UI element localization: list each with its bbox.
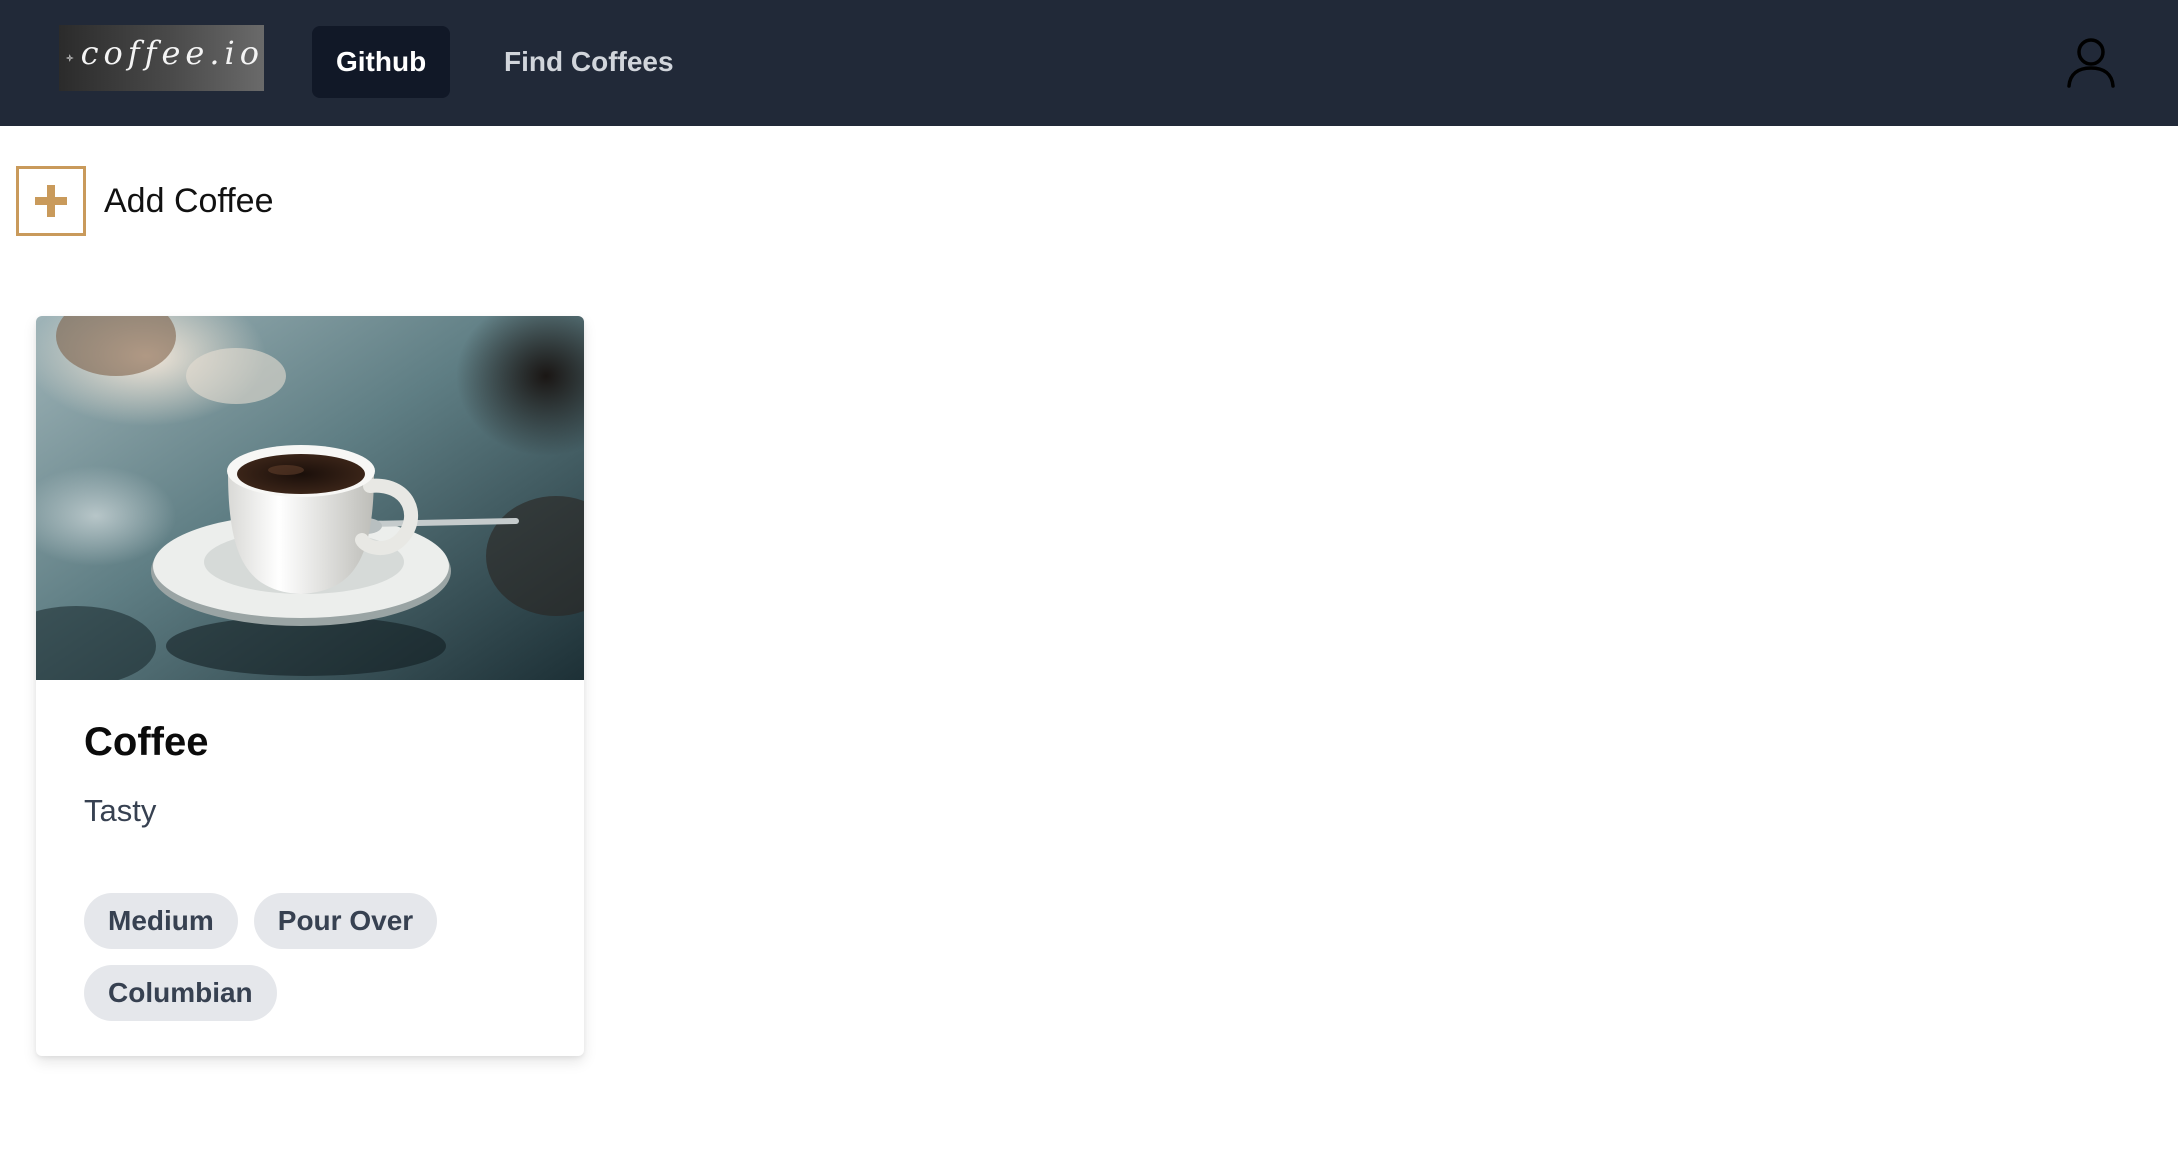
brand-logo-text: coffee.io bbox=[80, 34, 264, 72]
brand-logo[interactable]: coffee.io bbox=[59, 25, 264, 91]
coffee-tags: Medium Pour Over Columbian bbox=[84, 893, 524, 1021]
add-coffee-label: Add Coffee bbox=[104, 181, 274, 220]
user-icon[interactable] bbox=[2066, 36, 2116, 88]
top-navbar: coffee.io Github Find Coffees bbox=[0, 0, 2178, 126]
plus-icon bbox=[16, 166, 86, 236]
nav-link-github[interactable]: Github bbox=[312, 26, 451, 98]
coffee-description: Tasty bbox=[84, 793, 157, 828]
coffee-name: Coffee bbox=[84, 720, 209, 764]
tag-badge: Columbian bbox=[84, 965, 277, 1021]
tag-badge: Pour Over bbox=[253, 893, 438, 949]
tag-badge: Medium bbox=[84, 893, 238, 949]
coffee-card[interactable]: Coffee Tasty Medium Pour Over Columbian bbox=[36, 316, 584, 1056]
coffee-cup-photo bbox=[36, 316, 584, 680]
coffee-card-body: Coffee Tasty Medium Pour Over Columbian bbox=[36, 680, 584, 1021]
add-coffee-button[interactable]: Add Coffee bbox=[16, 166, 274, 236]
diamond-sparkle-icon bbox=[65, 54, 74, 62]
nav-link-find-coffees[interactable]: Find Coffees bbox=[480, 26, 698, 98]
